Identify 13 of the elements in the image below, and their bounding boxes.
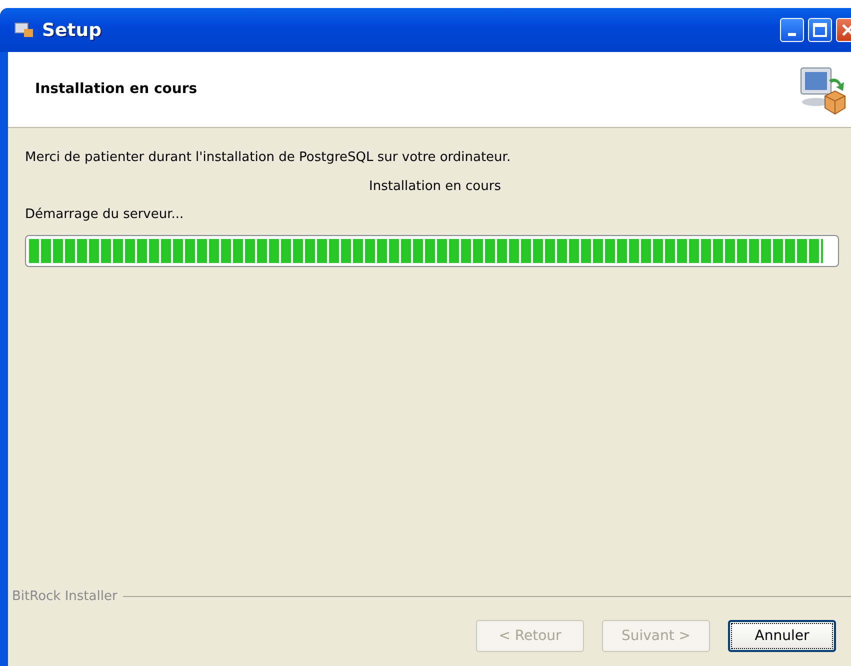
minimize-icon (788, 32, 796, 36)
minimize-button[interactable] (780, 18, 804, 42)
stage-text: Installation en cours (369, 178, 501, 194)
close-icon (841, 23, 851, 37)
instruction-text: Merci de patienter durant l'installation de PostgreSQL sur votre ordinateur. (25, 149, 512, 167)
window-title: Setup (42, 18, 102, 42)
status-text: Démarrage du serveur... (25, 206, 185, 224)
maximize-button[interactable] (808, 18, 832, 42)
app-icon (14, 21, 34, 39)
maximize-icon (813, 23, 827, 37)
cancel-button[interactable]: Annuler (728, 620, 836, 652)
installer-label: BitRock Installer (12, 588, 118, 606)
page-title: Installation en cours (35, 80, 198, 99)
